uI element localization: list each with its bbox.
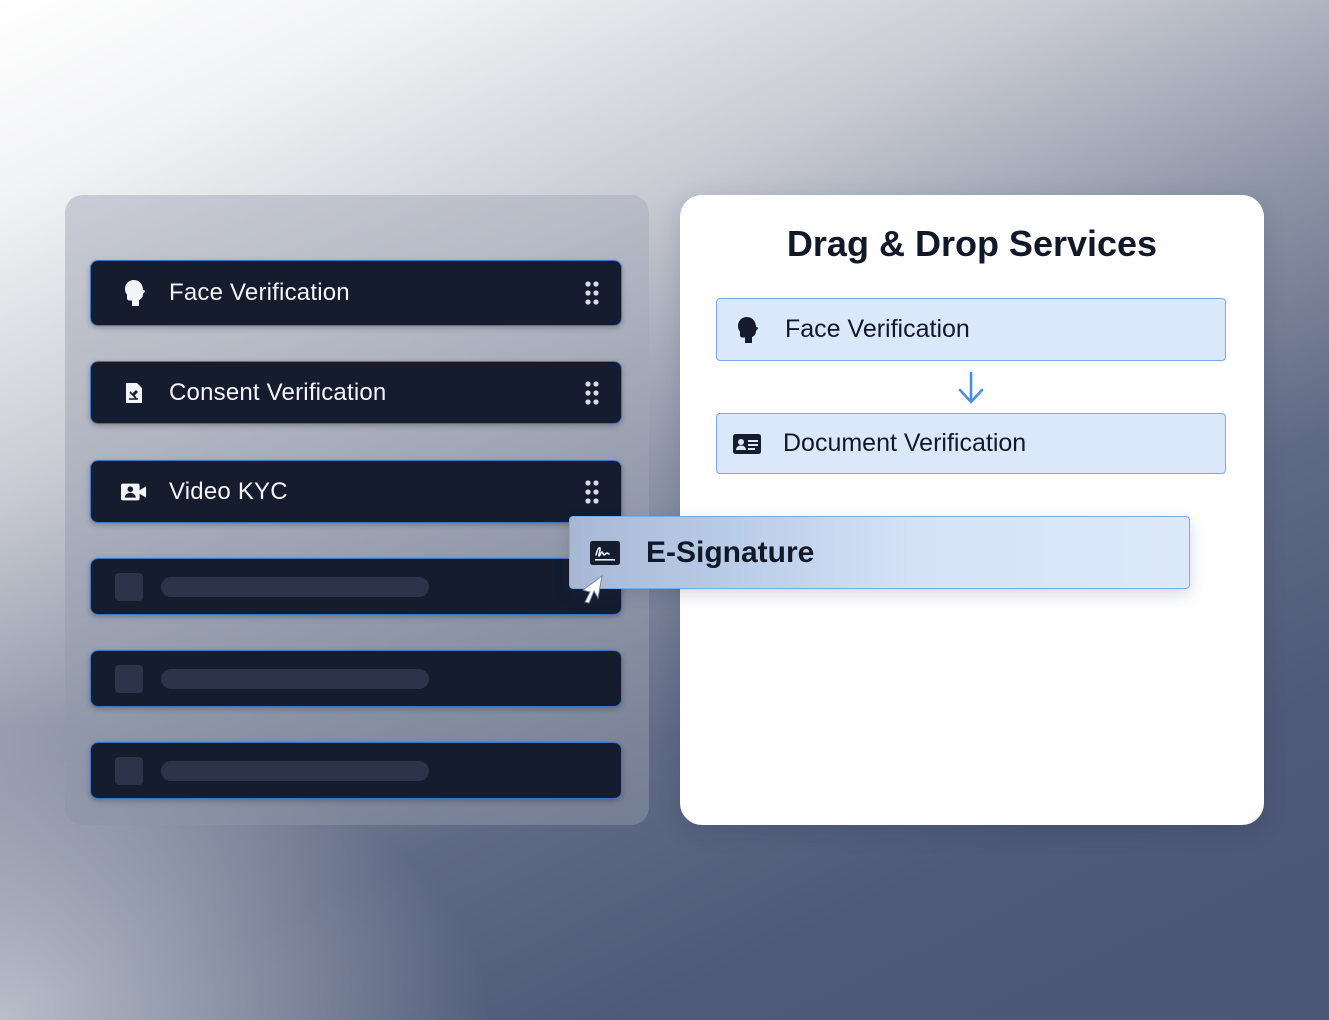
placeholder-label xyxy=(161,576,429,597)
flow-step-label: Document Verification xyxy=(783,429,1027,457)
flow-step-face-verification[interactable]: Face Verification xyxy=(716,298,1226,361)
palette-placeholder-item xyxy=(90,742,622,799)
flow-step-label: Face Verification xyxy=(785,315,970,343)
placeholder-label xyxy=(161,760,429,781)
palette-item-video-kyc[interactable]: Video KYC xyxy=(90,460,622,523)
video-kyc-icon xyxy=(121,479,147,505)
placeholder-icon xyxy=(115,756,143,785)
placeholder-icon xyxy=(115,664,143,693)
dragging-item-label: E-Signature xyxy=(646,535,815,569)
arrow-down-icon xyxy=(958,371,984,404)
drag-handle-icon[interactable] xyxy=(585,380,599,405)
workflow-canvas[interactable]: Drag & Drop Services Face Verification D… xyxy=(680,195,1264,825)
palette-item-consent-verification[interactable]: Consent Verification xyxy=(90,361,622,424)
palette-item-label: Video KYC xyxy=(169,477,288,505)
id-card-icon xyxy=(733,433,761,454)
signature-icon xyxy=(590,540,620,565)
placeholder-label xyxy=(161,668,429,689)
palette-item-face-verification[interactable]: Face Verification xyxy=(90,260,622,326)
placeholder-icon xyxy=(115,572,143,601)
consent-document-icon xyxy=(121,380,147,406)
drag-handle-icon[interactable] xyxy=(585,479,599,504)
face-icon xyxy=(735,316,759,344)
palette-item-label: Consent Verification xyxy=(169,378,387,406)
palette-item-label: Face Verification xyxy=(169,279,350,306)
flow-step-document-verification[interactable]: Document Verification xyxy=(716,413,1226,474)
drag-cursor-icon xyxy=(581,574,603,604)
palette-placeholder-item xyxy=(90,650,622,707)
face-icon xyxy=(121,280,147,306)
palette-placeholder-item xyxy=(90,558,622,615)
drag-handle-icon[interactable] xyxy=(585,281,599,305)
dragging-item-e-signature[interactable]: E-Signature xyxy=(569,516,1190,589)
canvas-title: Drag & Drop Services xyxy=(786,223,1158,264)
services-palette: Face Verification Consent Verification V… xyxy=(65,195,649,825)
